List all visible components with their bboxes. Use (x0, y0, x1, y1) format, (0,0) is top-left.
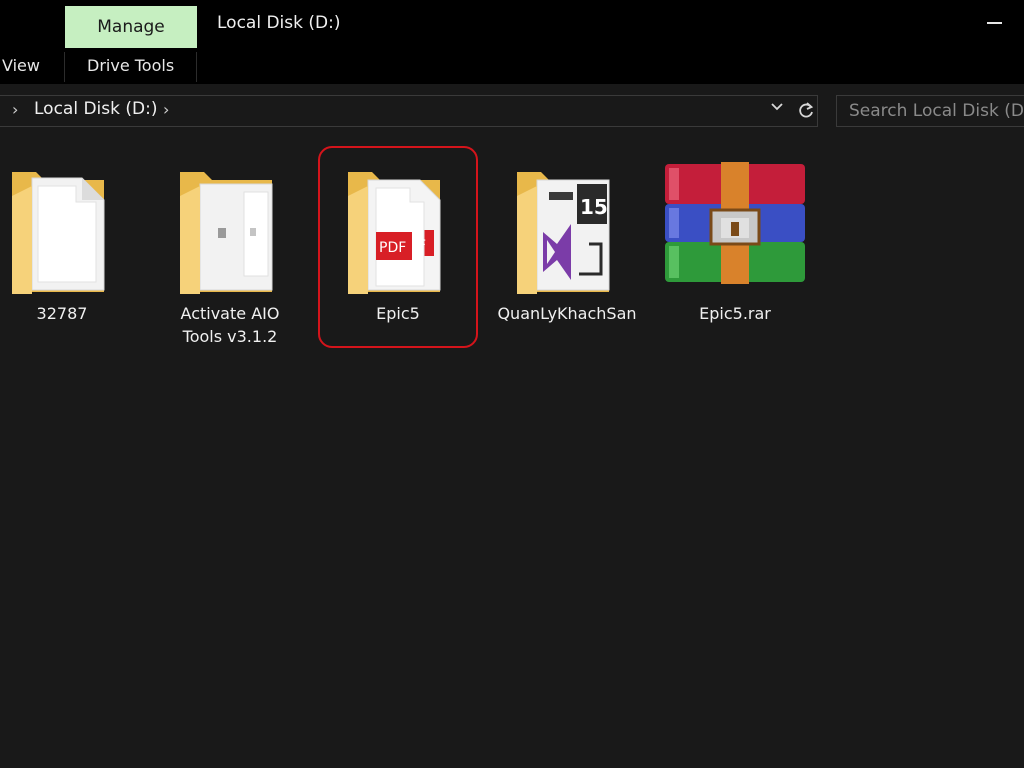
file-item-activate-aio-tools[interactable]: Activate AIO Tools v3.1.2 (160, 140, 300, 350)
file-item-label: 32787 (36, 304, 88, 323)
minimize-button[interactable] (984, 10, 1004, 36)
selection-highlight (318, 146, 478, 348)
winrar-archive-icon (665, 162, 805, 284)
tab-view[interactable]: View (2, 56, 40, 75)
search-input[interactable] (837, 96, 1024, 126)
file-item-label: QuanLyKhachSan (497, 304, 637, 323)
tab-manage[interactable]: Manage (65, 6, 197, 48)
folder-icon (12, 172, 105, 294)
minimize-icon (986, 22, 1002, 24)
file-item-32787[interactable]: 32787 (0, 140, 132, 350)
ribbon-divider (64, 52, 65, 82)
address-dropdown-icon[interactable] (770, 100, 784, 116)
window-title: Local Disk (D:) (217, 13, 341, 33)
breadcrumb-local-disk[interactable]: Local Disk (D:) (34, 99, 157, 119)
file-item-epic5-rar[interactable]: Epic5.rar (665, 140, 805, 350)
breadcrumb-chevron-icon[interactable]: › (163, 100, 169, 119)
breadcrumb-chevron-icon[interactable]: › (12, 100, 18, 119)
ribbon-divider (196, 52, 197, 82)
refresh-icon[interactable] (796, 98, 816, 122)
file-item-label: Activate AIO Tools v3.1.2 (180, 304, 280, 346)
folder-visual-studio-icon: 15 (517, 172, 610, 294)
file-item-label: Epic5.rar (699, 304, 771, 323)
search-box[interactable] (836, 95, 1024, 127)
folder-icon (180, 172, 273, 294)
file-item-quanlykhachsan[interactable]: 15 QuanLyKhachSan (497, 140, 637, 350)
svg-text:15: 15 (580, 195, 608, 219)
tab-drive-tools[interactable]: Drive Tools (87, 56, 174, 75)
